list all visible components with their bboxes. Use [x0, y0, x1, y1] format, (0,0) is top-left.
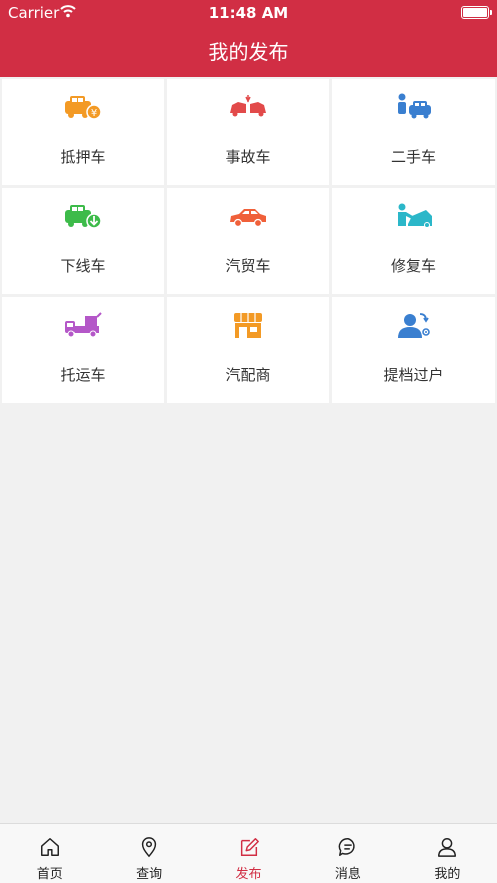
category-label: 提档过户 — [383, 366, 444, 384]
tab-label: 首页 — [36, 867, 63, 882]
transfer-person-icon — [397, 313, 430, 338]
car-download-icon — [65, 205, 102, 229]
bottom-tab-bar: 首页 查询 发布 消息 我的 — [0, 823, 497, 883]
category-mortgage-car[interactable]: ¥ 抵押车 — [2, 79, 164, 185]
category-used-car[interactable]: 二手车 — [332, 79, 495, 185]
category-parts-dealer[interactable]: 汽配商 — [167, 297, 329, 403]
status-time: 11:48 AM — [208, 4, 289, 22]
tab-home[interactable]: 首页 — [0, 824, 99, 883]
category-repaired-car[interactable]: 修复车 — [332, 188, 495, 294]
car-repair-icon — [397, 203, 432, 228]
category-label: 汽配商 — [225, 366, 271, 384]
edit-icon — [240, 838, 259, 856]
tab-messages[interactable]: 消息 — [298, 824, 397, 883]
tow-truck-icon — [65, 312, 102, 338]
location-pin-icon — [141, 837, 157, 858]
message-icon — [338, 838, 355, 856]
category-label: 托运车 — [60, 366, 106, 384]
tab-label: 查询 — [136, 867, 163, 882]
status-bar: Carrier 11:48 AM — [0, 0, 497, 26]
category-accident-car[interactable]: 事故车 — [167, 79, 329, 185]
tab-mine[interactable]: 我的 — [398, 824, 497, 883]
svg-text:¥: ¥ — [91, 108, 97, 119]
car-crash-icon — [230, 95, 266, 117]
tab-label: 消息 — [334, 867, 361, 882]
category-tow-car[interactable]: 托运车 — [2, 297, 164, 403]
page-title: 我的发布 — [208, 40, 289, 64]
category-transfer[interactable]: 提档过户 — [332, 297, 495, 403]
category-grid: ¥ 抵押车 事故车 二手车 下线车 汽贸车 修复车 托运车 汽配商 提档过户 — [2, 79, 495, 403]
category-label: 修复车 — [390, 257, 436, 275]
tab-query[interactable]: 查询 — [99, 824, 198, 883]
sports-car-icon — [230, 209, 266, 228]
home-icon — [40, 838, 59, 856]
category-label: 下线车 — [60, 257, 106, 275]
header: Carrier 11:48 AM 我的发布 — [0, 0, 497, 77]
user-icon — [438, 838, 457, 857]
category-offline-car[interactable]: 下线车 — [2, 188, 164, 294]
category-label: 汽贸车 — [225, 257, 271, 275]
shop-icon — [234, 313, 262, 338]
tab-label: 发布 — [235, 867, 262, 882]
category-dealer-car[interactable]: 汽贸车 — [167, 188, 329, 294]
person-car-icon — [397, 93, 431, 119]
car-yen-icon: ¥ — [65, 96, 102, 120]
tab-label: 我的 — [434, 867, 461, 882]
tab-publish[interactable]: 发布 — [199, 824, 298, 883]
battery-icon — [461, 6, 492, 19]
category-label: 抵押车 — [60, 148, 106, 166]
category-label: 二手车 — [390, 148, 436, 166]
category-label: 事故车 — [225, 148, 271, 166]
